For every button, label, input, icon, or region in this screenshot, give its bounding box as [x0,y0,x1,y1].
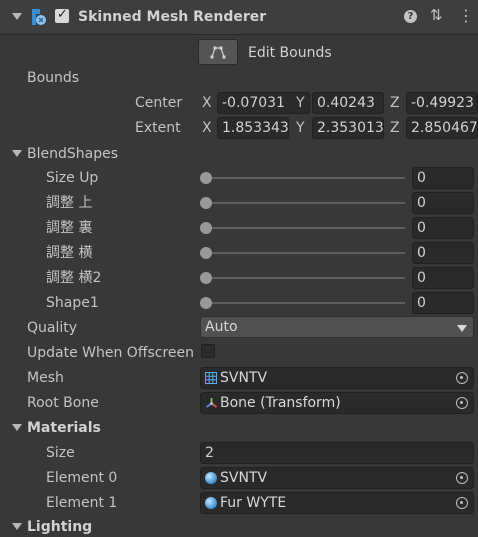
edit-bounds-button[interactable] [198,39,238,65]
update-offscreen-label: Update When Offscreen [27,345,195,361]
blendshape-label: Shape1 [46,295,99,311]
component-enabled-checkbox[interactable]: ✓ [55,7,69,23]
material-element-label: Element 1 [46,495,118,511]
material-element-field[interactable]: SVNTV [200,467,474,489]
skinned-mesh-component-icon [32,9,46,25]
blendshape-slider-track[interactable] [205,302,405,304]
root-bone-object-field[interactable]: Bone (Transform) [200,392,474,414]
material-sphere-icon [205,472,217,484]
blendshape-slider-handle[interactable] [200,272,212,284]
blendshape-label: 調整 横2 [46,270,102,286]
material-sphere-icon [205,497,217,509]
blendshape-slider-handle[interactable] [200,247,212,259]
mesh-label: Mesh [27,370,64,386]
component-header[interactable]: ✓ Skinned Mesh Renderer ? ⇅ ⋮ [0,0,478,35]
blendshape-value-field[interactable]: 0 [412,192,474,214]
material-element-value: Fur WYTE [220,495,287,511]
lighting-foldout-icon[interactable] [12,523,22,530]
mesh-object-field[interactable]: SVNTV [200,367,474,389]
extent-z-field[interactable]: 2.850467 [406,117,478,139]
material-element-value: SVNTV [220,470,268,486]
blendshape-value-field[interactable]: 0 [412,167,474,189]
bounds-edit-icon [210,46,226,59]
extent-y-label: Y [296,120,305,136]
blendshape-slider-handle[interactable] [200,222,212,234]
check-icon: ✓ [57,7,68,22]
blendshape-label: 調整 上 [46,195,93,211]
object-picker-icon[interactable] [456,472,468,484]
material-element-label: Element 0 [46,470,118,486]
update-offscreen-checkbox[interactable] [201,344,215,358]
blendshape-label: 調整 横 [46,245,93,261]
center-z-field[interactable]: -0.49923 [406,92,478,114]
center-label: Center [135,95,183,111]
blendshape-label: Size Up [46,170,99,186]
extent-x-label: X [202,120,212,136]
quality-dropdown[interactable]: Auto [200,316,474,338]
materials-size-field[interactable]: 2 [200,442,474,464]
blendshapes-label[interactable]: BlendShapes [27,144,118,164]
blendshape-slider-track[interactable] [205,227,405,229]
blendshape-value-field[interactable]: 0 [412,217,474,239]
extent-label: Extent [135,120,181,136]
root-bone-value: Bone (Transform) [220,395,341,411]
mesh-grid-icon [205,372,217,384]
blendshape-slider-handle[interactable] [200,172,212,184]
presets-icon[interactable]: ⇅ [430,6,443,24]
blendshape-slider-track[interactable] [205,202,405,204]
object-picker-icon[interactable] [456,372,468,384]
blendshape-label: 調整 裏 [46,220,93,236]
blendshape-slider-track[interactable] [205,252,405,254]
blendshape-slider-handle[interactable] [200,297,212,309]
materials-label[interactable]: Materials [27,418,101,438]
dropdown-arrow-icon [457,325,467,332]
root-bone-label: Root Bone [27,395,99,411]
blendshape-slider-track[interactable] [205,177,405,179]
extent-y-field[interactable]: 2.353013 [312,117,384,139]
object-picker-icon[interactable] [456,397,468,409]
center-x-label: X [202,95,212,111]
materials-size-label: Size [46,445,75,461]
edit-bounds-label: Edit Bounds [248,45,332,61]
blendshape-value-field[interactable]: 0 [412,242,474,264]
extent-x-field[interactable]: 1.853343 [217,117,289,139]
center-y-field[interactable]: 0.40243 [312,92,384,114]
extent-z-label: Z [390,120,400,136]
blendshape-value-field[interactable]: 0 [412,292,474,314]
material-element-field[interactable]: Fur WYTE [200,492,474,514]
collapse-arrow-icon[interactable] [12,13,22,20]
context-menu-icon[interactable]: ⋮ [458,6,474,25]
blendshape-slider-handle[interactable] [200,197,212,209]
mesh-value: SVNTV [220,370,268,386]
materials-foldout-icon[interactable] [12,424,22,431]
quality-label: Quality [27,320,78,336]
blendshape-value-field[interactable]: 0 [412,267,474,289]
lighting-label[interactable]: Lighting [27,517,92,537]
blendshapes-foldout-icon[interactable] [12,150,22,157]
bounds-label: Bounds [27,70,80,86]
object-picker-icon[interactable] [456,497,468,509]
component-title: Skinned Mesh Renderer [78,9,267,25]
center-y-label: Y [296,95,305,111]
blendshape-slider-track[interactable] [205,277,405,279]
transform-icon [205,398,218,408]
center-z-label: Z [390,95,400,111]
quality-value: Auto [205,319,238,335]
help-icon[interactable]: ? [404,10,417,23]
